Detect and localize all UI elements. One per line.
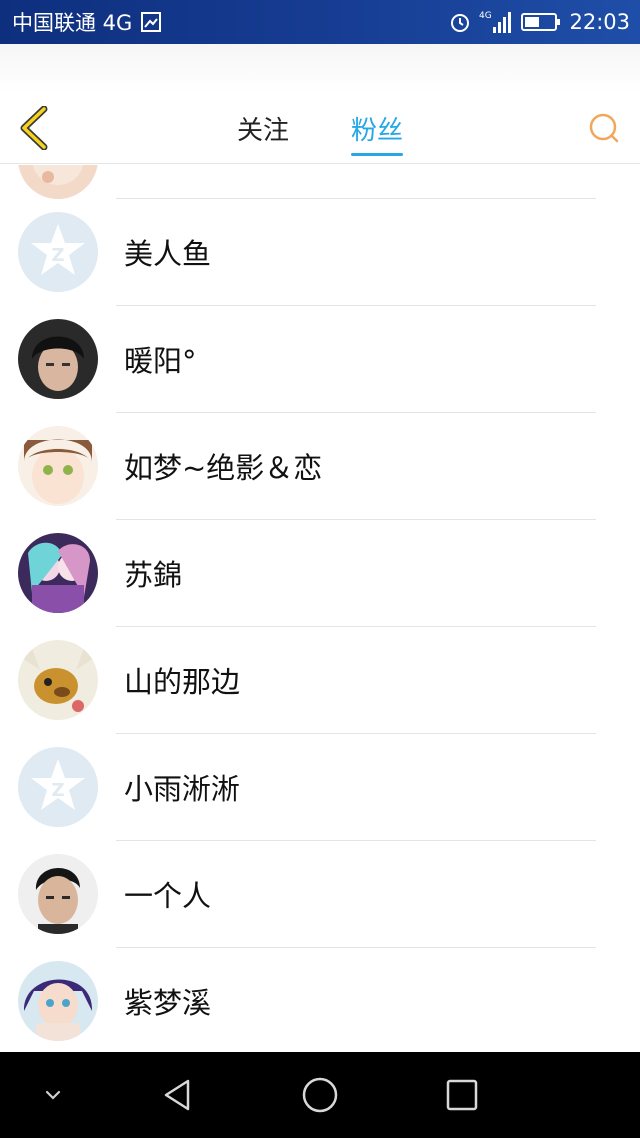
fan-name: 苏錦	[124, 558, 183, 592]
avatar: Z	[18, 212, 98, 292]
tab-active-underline	[351, 153, 404, 156]
svg-text:Z: Z	[51, 245, 64, 266]
recents-square-icon	[446, 1079, 478, 1111]
fan-name: 紫梦溪	[124, 986, 212, 1020]
tab-following[interactable]: 关注	[237, 92, 289, 164]
list-item[interactable]: Z 小雨淅淅	[0, 734, 640, 841]
tab-bar: 关注 粉丝	[0, 92, 640, 164]
avatar	[18, 854, 98, 934]
tab-fans-label: 粉丝	[351, 116, 404, 146]
recents-button[interactable]	[439, 1072, 485, 1118]
collapse-button[interactable]	[30, 1072, 76, 1118]
list-item[interactable]: 苏錦	[0, 520, 640, 627]
battery-icon	[521, 11, 561, 33]
avatar: Z	[18, 747, 98, 827]
fan-name: 小雨淅淅	[124, 772, 241, 806]
signal-4g-icon: 4G	[479, 9, 513, 35]
alarm-icon	[449, 11, 471, 33]
avatar	[18, 165, 98, 199]
svg-text:4G: 4G	[479, 11, 492, 21]
search-button[interactable]	[586, 110, 622, 146]
list-item[interactable]: 紫梦溪	[0, 948, 640, 1052]
avatar	[18, 426, 98, 506]
fan-name: 暖阳°	[124, 344, 197, 378]
list-item[interactable]: 一个人	[0, 841, 640, 948]
sim-card-icon	[140, 11, 162, 33]
home-circle-icon	[302, 1077, 338, 1113]
list-item[interactable]: 山的那边	[0, 627, 640, 734]
header-spacer	[0, 44, 640, 92]
carrier-label: 中国联通 4G	[12, 11, 133, 35]
tab-following-label: 关注	[236, 116, 289, 146]
back-triangle-icon	[164, 1079, 190, 1111]
status-bar: 中国联通 4G 4G 22:03	[0, 0, 640, 44]
list-item[interactable]: Z 美人鱼	[0, 199, 640, 306]
list-item[interactable]	[0, 165, 640, 199]
avatar	[18, 533, 98, 613]
top-nav-bar: 关注 粉丝	[0, 92, 640, 164]
list-item[interactable]: 如梦~绝影＆恋	[0, 413, 640, 520]
avatar	[18, 640, 98, 720]
fan-name: 美人鱼	[124, 237, 212, 271]
fan-name: 如梦~绝影＆恋	[124, 451, 323, 485]
list-item[interactable]: 暖阳°	[0, 306, 640, 413]
fan-name: 一个人	[124, 879, 212, 913]
avatar	[18, 961, 98, 1041]
collapse-icon	[45, 1090, 61, 1100]
svg-text:Z: Z	[51, 780, 64, 801]
avatar	[18, 319, 98, 399]
fan-name: 山的那边	[124, 665, 241, 699]
fans-list: Z 美人鱼 暖阳° 如梦~绝影＆恋 苏錦 山的那边 Z 小雨淅淅 一个人 紫梦溪	[0, 165, 640, 1052]
system-nav-bar	[0, 1052, 640, 1138]
back-nav-button[interactable]	[155, 1072, 201, 1118]
home-button[interactable]	[297, 1072, 343, 1118]
search-icon	[589, 113, 619, 143]
tab-fans[interactable]: 粉丝	[351, 92, 404, 164]
clock: 22:03	[569, 10, 630, 34]
